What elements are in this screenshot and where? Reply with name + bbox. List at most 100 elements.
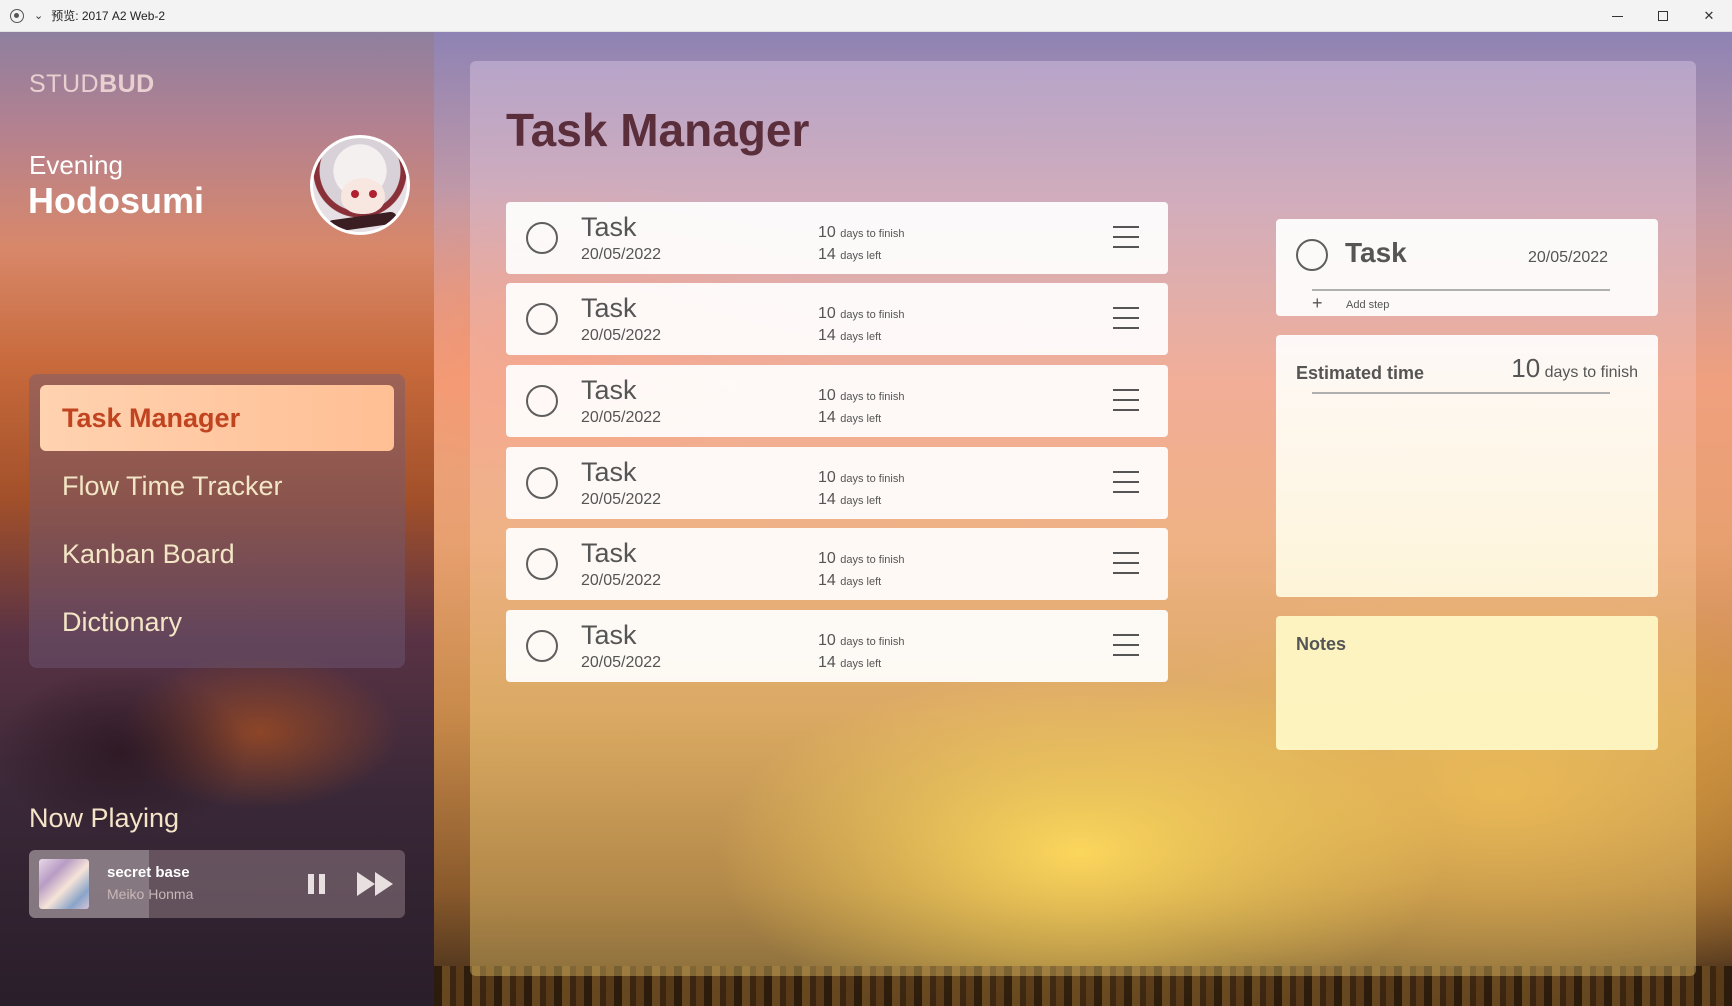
days-to-finish: 10 days to finish xyxy=(818,224,904,242)
song-title: secret base xyxy=(107,864,190,881)
estimated-time-label: Estimated time xyxy=(1296,363,1425,383)
estimated-days-unit: days to finish xyxy=(1544,364,1638,381)
add-step-button[interactable]: Add step xyxy=(1346,299,1389,311)
notes-card[interactable]: Notes xyxy=(1276,616,1658,750)
music-player: secret base Meiko Honma xyxy=(29,850,405,918)
hamburger-menu-icon[interactable] xyxy=(1113,226,1139,248)
nav-item-task-manager[interactable]: Task Manager xyxy=(40,385,394,451)
task-complete-checkbox[interactable] xyxy=(526,385,558,417)
task-detail-card: Task 20/05/2022 + Add step xyxy=(1276,219,1658,316)
days-left-unit: days left xyxy=(840,413,882,425)
task-name: Task xyxy=(581,538,637,568)
task-detail-title[interactable]: Task xyxy=(1345,237,1407,269)
estimated-time-value[interactable]: 10 days to finish xyxy=(1511,353,1638,384)
task-row[interactable]: Task 20/05/2022 10 days to finish 14 days l… xyxy=(506,365,1168,437)
avatar-eye xyxy=(351,190,359,198)
days-to-finish-unit: days to finish xyxy=(840,554,905,566)
days-to-finish-unit: days to finish xyxy=(840,228,905,240)
task-complete-checkbox[interactable] xyxy=(526,467,558,499)
pause-icon[interactable] xyxy=(307,874,327,894)
app-window: STUDBUD Evening Hodosumi Task Manager Fl… xyxy=(0,32,1732,1006)
task-complete-checkbox[interactable] xyxy=(526,303,558,335)
song-artist: Meiko Honma xyxy=(107,886,194,902)
task-row[interactable]: Task 20/05/2022 10 days to finish 14 days l… xyxy=(506,202,1168,274)
days-to-finish: 10 days to finish xyxy=(818,387,904,405)
days-left-number: 14 xyxy=(818,491,836,508)
chevron-down-icon[interactable]: ⌄ xyxy=(34,9,43,22)
hamburger-menu-icon[interactable] xyxy=(1113,307,1139,329)
days-to-finish-number: 10 xyxy=(818,550,836,567)
task-complete-checkbox[interactable] xyxy=(526,548,558,580)
main-panel: Task Manager Task 20/05/2022 10 days to fi… xyxy=(470,61,1696,976)
hamburger-menu-icon[interactable] xyxy=(1113,634,1139,656)
days-to-finish-unit: days to finish xyxy=(840,473,905,485)
days-to-finish-number: 10 xyxy=(818,305,836,322)
days-to-finish: 10 days to finish xyxy=(818,632,904,650)
skip-forward-icon[interactable] xyxy=(357,872,397,896)
album-art xyxy=(39,859,89,909)
days-left-unit: days left xyxy=(840,250,882,262)
nav-item-dictionary[interactable]: Dictionary xyxy=(40,589,394,655)
estimated-days-number: 10 xyxy=(1511,353,1541,383)
task-date: 20/05/2022 xyxy=(581,246,662,263)
days-to-finish: 10 days to finish xyxy=(818,550,904,568)
nav-item-kanban-board[interactable]: Kanban Board xyxy=(40,521,394,587)
days-to-finish-unit: days to finish xyxy=(840,636,905,648)
days-left-number: 14 xyxy=(818,572,836,589)
days-to-finish-number: 10 xyxy=(818,387,836,404)
days-left: 14 days left xyxy=(818,246,881,264)
days-to-finish-number: 10 xyxy=(818,469,836,486)
days-left-unit: days left xyxy=(840,495,882,507)
task-date: 20/05/2022 xyxy=(581,572,662,589)
task-complete-checkbox[interactable] xyxy=(526,630,558,662)
days-left-number: 14 xyxy=(818,327,836,344)
hamburger-menu-icon[interactable] xyxy=(1113,389,1139,411)
divider xyxy=(1312,392,1610,394)
hamburger-menu-icon[interactable] xyxy=(1113,552,1139,574)
page-title: Task Manager xyxy=(506,104,810,156)
greeting: Evening xyxy=(29,150,123,180)
task-row[interactable]: Task 20/05/2022 10 days to finish 14 days l… xyxy=(506,447,1168,519)
divider xyxy=(1312,289,1610,291)
task-row[interactable]: Task 20/05/2022 10 days to finish 14 days l… xyxy=(506,283,1168,355)
task-detail-date: 20/05/2022 xyxy=(1528,249,1609,266)
window-title: 预览: 2017 A2 Web-2 xyxy=(51,9,166,23)
notes-label: Notes xyxy=(1296,634,1347,654)
avatar-face xyxy=(341,178,385,214)
task-date: 20/05/2022 xyxy=(581,654,662,671)
days-left: 14 days left xyxy=(818,327,881,345)
days-left-number: 14 xyxy=(818,654,836,671)
task-date: 20/05/2022 xyxy=(581,409,662,426)
close-button[interactable]: ✕ xyxy=(1686,0,1732,32)
task-row[interactable]: Task 20/05/2022 10 days to finish 14 days l… xyxy=(506,528,1168,600)
task-complete-checkbox[interactable] xyxy=(1296,239,1328,271)
maximize-button[interactable] xyxy=(1640,0,1686,32)
days-to-finish: 10 days to finish xyxy=(818,469,904,487)
task-row[interactable]: Task 20/05/2022 10 days to finish 14 days l… xyxy=(506,610,1168,682)
days-to-finish-unit: days to finish xyxy=(840,391,905,403)
estimated-time-card: Estimated time 10 days to finish xyxy=(1276,335,1658,597)
nav-panel: Task Manager Flow Time Tracker Kanban Bo… xyxy=(29,374,405,668)
minimize-button[interactable] xyxy=(1594,0,1640,32)
task-name: Task xyxy=(581,293,637,323)
brand-light: STUD xyxy=(29,70,100,98)
days-to-finish-unit: days to finish xyxy=(840,309,905,321)
days-left-unit: days left xyxy=(840,658,882,670)
days-left-number: 14 xyxy=(818,409,836,426)
days-left: 14 days left xyxy=(818,654,881,672)
hamburger-menu-icon[interactable] xyxy=(1113,471,1139,493)
avatar[interactable] xyxy=(310,135,410,235)
plus-icon[interactable]: + xyxy=(1312,293,1323,314)
days-left: 14 days left xyxy=(818,572,881,590)
days-left-number: 14 xyxy=(818,246,836,263)
nav-item-flow-time-tracker[interactable]: Flow Time Tracker xyxy=(40,453,394,519)
days-to-finish-number: 10 xyxy=(818,632,836,649)
task-name: Task xyxy=(581,375,637,405)
sidebar: STUDBUD Evening Hodosumi Task Manager Fl… xyxy=(0,32,434,1006)
days-left-unit: days left xyxy=(840,331,882,343)
task-complete-checkbox[interactable] xyxy=(526,222,558,254)
avatar-eye xyxy=(369,190,377,198)
days-left: 14 days left xyxy=(818,409,881,427)
minimize-icon xyxy=(1611,15,1623,17)
task-name: Task xyxy=(581,212,637,242)
